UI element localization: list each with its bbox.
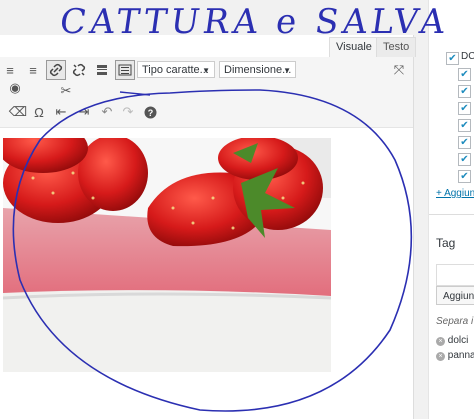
help-icon[interactable]: ? bbox=[140, 102, 160, 122]
undo-icon[interactable]: ↶ bbox=[97, 102, 117, 122]
toolbar-toggle-icon[interactable] bbox=[115, 60, 135, 80]
svg-text:?: ? bbox=[147, 108, 153, 118]
font-family-select[interactable]: Tipo caratte... ▼ bbox=[137, 61, 215, 78]
category-checkbox[interactable]: ✔ bbox=[458, 136, 471, 149]
read-more-icon[interactable] bbox=[92, 60, 112, 80]
align-right-icon[interactable]: ≡ bbox=[23, 60, 43, 80]
category-checkbox[interactable]: ✔ bbox=[458, 102, 471, 115]
category-checkbox[interactable]: ✔ bbox=[458, 119, 471, 132]
category-checkbox[interactable]: ✔ bbox=[458, 85, 471, 98]
scissors-icon[interactable]: ✂ bbox=[56, 81, 76, 101]
clear-formatting-icon[interactable]: ⌫ bbox=[8, 102, 28, 122]
outdent-icon[interactable]: ⇤ bbox=[51, 102, 71, 122]
category-checkbox[interactable]: ✔ bbox=[458, 153, 471, 166]
font-size-value: Dimensione... bbox=[224, 64, 292, 76]
unlink-icon[interactable] bbox=[69, 60, 89, 80]
post-sidebar: ✔ DC ✔ ✔ ✔ ✔ ✔ ✔ ✔ + Aggiun Tag Aggiun S… bbox=[428, 0, 474, 419]
add-category-link[interactable]: + Aggiun bbox=[436, 188, 474, 199]
tag-separator-hint: Separa i t bbox=[436, 316, 474, 327]
tags-title: Tag bbox=[436, 236, 456, 250]
divider bbox=[429, 214, 474, 215]
redo-icon[interactable]: ↷ bbox=[118, 102, 138, 122]
tag-input[interactable] bbox=[436, 264, 474, 286]
add-tag-button[interactable]: Aggiun bbox=[436, 286, 474, 305]
remove-tag-icon[interactable]: × bbox=[436, 337, 445, 346]
link-icon[interactable] bbox=[46, 60, 66, 80]
category-label: DC bbox=[461, 51, 474, 62]
category-checkbox[interactable]: ✔ bbox=[458, 68, 471, 81]
tag-label: panna bbox=[447, 350, 474, 361]
font-family-value: Tipo caratte... bbox=[142, 64, 209, 76]
handwritten-annotation: CATTURA e SALVA bbox=[57, 2, 452, 42]
tag-item: × dolci bbox=[436, 335, 468, 346]
tag-item: × panna bbox=[436, 350, 474, 361]
special-character-icon[interactable]: Ω bbox=[29, 102, 49, 122]
align-left-icon[interactable]: ≡ bbox=[0, 60, 20, 80]
eye-icon[interactable]: ◉ bbox=[5, 78, 25, 98]
cake-image[interactable] bbox=[3, 138, 331, 372]
indent-icon[interactable]: ⇥ bbox=[74, 102, 94, 122]
tag-label: dolci bbox=[447, 335, 469, 346]
remove-tag-icon[interactable]: × bbox=[436, 352, 445, 361]
category-checkbox[interactable]: ✔ bbox=[446, 52, 459, 65]
fullscreen-icon[interactable]: ⤧ bbox=[389, 60, 409, 80]
chevron-down-icon: ▼ bbox=[202, 66, 210, 75]
font-size-select[interactable]: Dimensione... ▼ bbox=[219, 61, 296, 78]
chevron-down-icon: ▼ bbox=[283, 66, 291, 75]
category-checkbox[interactable]: ✔ bbox=[458, 170, 471, 183]
